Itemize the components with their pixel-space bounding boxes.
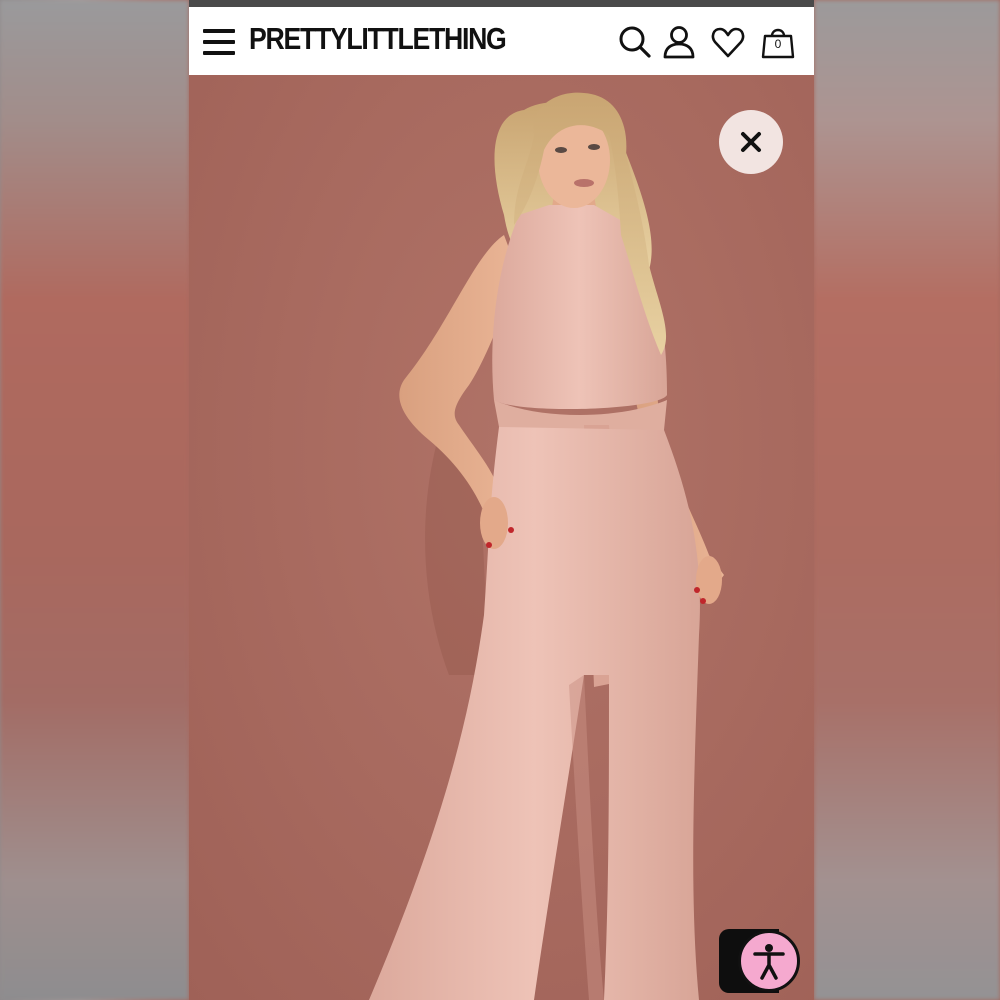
close-button[interactable] [719,110,783,174]
brand-logo[interactable]: PRETTYLITTLETHING [249,21,507,57]
close-icon [741,132,761,152]
user-icon[interactable] [661,24,697,60]
blurred-background-right [814,0,1000,1000]
phone-screen: PRETTYLITTLETHING 0 [189,0,814,1000]
heart-icon[interactable] [710,24,746,60]
accessibility-button[interactable] [738,930,800,992]
bag-count-badge: 0 [774,37,782,51]
search-icon[interactable] [617,24,653,60]
hamburger-menu-icon[interactable] [203,29,235,55]
shopping-bag-icon[interactable]: 0 [760,24,796,60]
site-header: PRETTYLITTLETHING 0 [189,7,814,75]
product-image[interactable] [189,75,814,1000]
blurred-background-left [0,0,189,1000]
product-model-photo [369,92,724,1000]
status-bar [189,0,814,7]
accessibility-icon [753,944,785,980]
